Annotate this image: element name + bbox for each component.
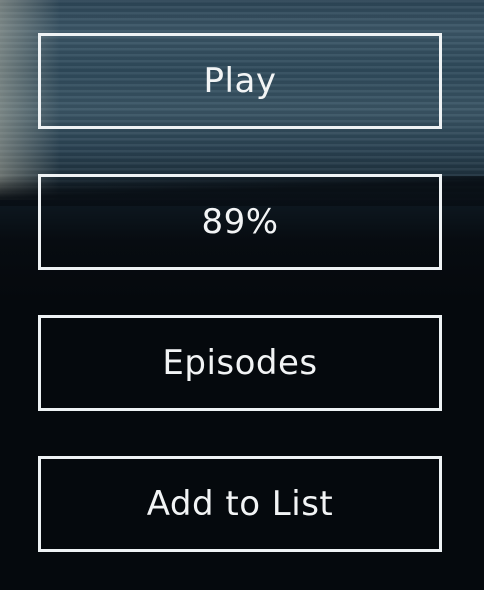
episodes-button-label: Episodes [162, 343, 318, 383]
add-to-list-button[interactable]: Add to List [38, 456, 442, 552]
add-to-list-button-label: Add to List [146, 484, 334, 524]
play-button[interactable]: Play [38, 33, 442, 129]
action-menu: Play 89% Episodes Add to List [38, 33, 442, 552]
progress-button-label: 89% [201, 202, 279, 242]
play-button-label: Play [203, 61, 277, 101]
progress-button[interactable]: 89% [38, 174, 442, 270]
episodes-button[interactable]: Episodes [38, 315, 442, 411]
